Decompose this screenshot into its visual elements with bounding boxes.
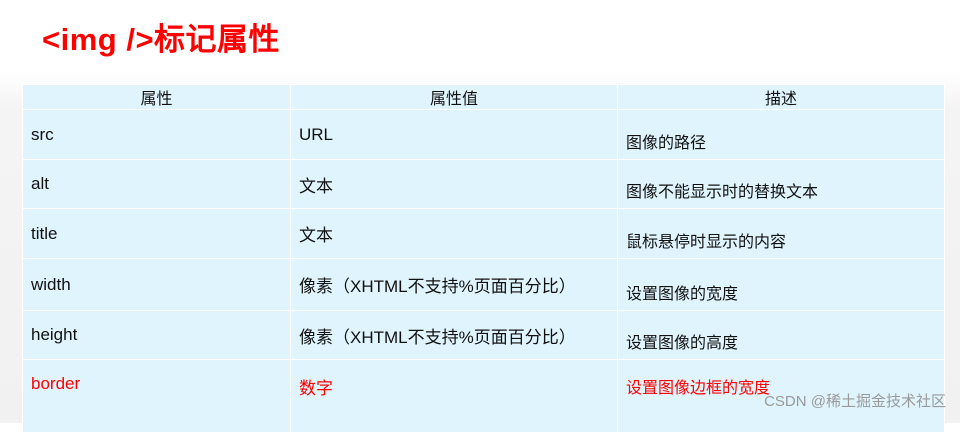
table-row: width 像素（XHTML不支持%页面百分比） 设置图像的宽度 xyxy=(22,258,945,311)
header-attribute: 属性 xyxy=(22,84,291,110)
table-header-row: 属性 属性值 描述 xyxy=(22,84,945,110)
cell-value: 像素（XHTML不支持%页面百分比） xyxy=(290,310,618,360)
attributes-table: 属性 属性值 描述 src URL 图像的路径 alt 文本 图像不能显示时的替… xyxy=(22,84,945,433)
cell-value: 像素（XHTML不支持%页面百分比） xyxy=(290,258,618,311)
table-row: title 文本 鼠标悬停时显示的内容 xyxy=(22,208,945,259)
cell-value: 文本 xyxy=(290,208,618,259)
cell-value: 文本 xyxy=(290,159,618,209)
cell-attribute: height xyxy=(22,310,291,360)
cell-attribute: title xyxy=(22,208,291,259)
table-row: height 像素（XHTML不支持%页面百分比） 设置图像的高度 xyxy=(22,310,945,360)
cell-description: 设置图像的高度 xyxy=(617,310,945,360)
table-row: alt 文本 图像不能显示时的替换文本 xyxy=(22,159,945,209)
cell-description: 图像不能显示时的替换文本 xyxy=(617,159,945,209)
watermark: CSDN @稀土掘金技术社区 xyxy=(764,393,946,410)
header-value: 属性值 xyxy=(290,84,618,110)
slide-title: <img />标记属性 xyxy=(42,22,281,57)
slide: <img />标记属性 属性 属性值 描述 src URL 图像的路径 alt … xyxy=(0,0,960,433)
cell-value: 数字 xyxy=(290,359,618,433)
cell-attribute: src xyxy=(22,109,291,160)
cell-attribute: width xyxy=(22,258,291,311)
cell-attribute: border xyxy=(22,359,291,433)
table-row: src URL 图像的路径 xyxy=(22,109,945,160)
cell-description: 鼠标悬停时显示的内容 xyxy=(617,208,945,259)
header-description: 描述 xyxy=(617,84,945,110)
cell-value: URL xyxy=(290,109,618,160)
cell-description: 图像的路径 xyxy=(617,109,945,160)
cell-description: 设置图像的宽度 xyxy=(617,258,945,311)
cell-attribute: alt xyxy=(22,159,291,209)
